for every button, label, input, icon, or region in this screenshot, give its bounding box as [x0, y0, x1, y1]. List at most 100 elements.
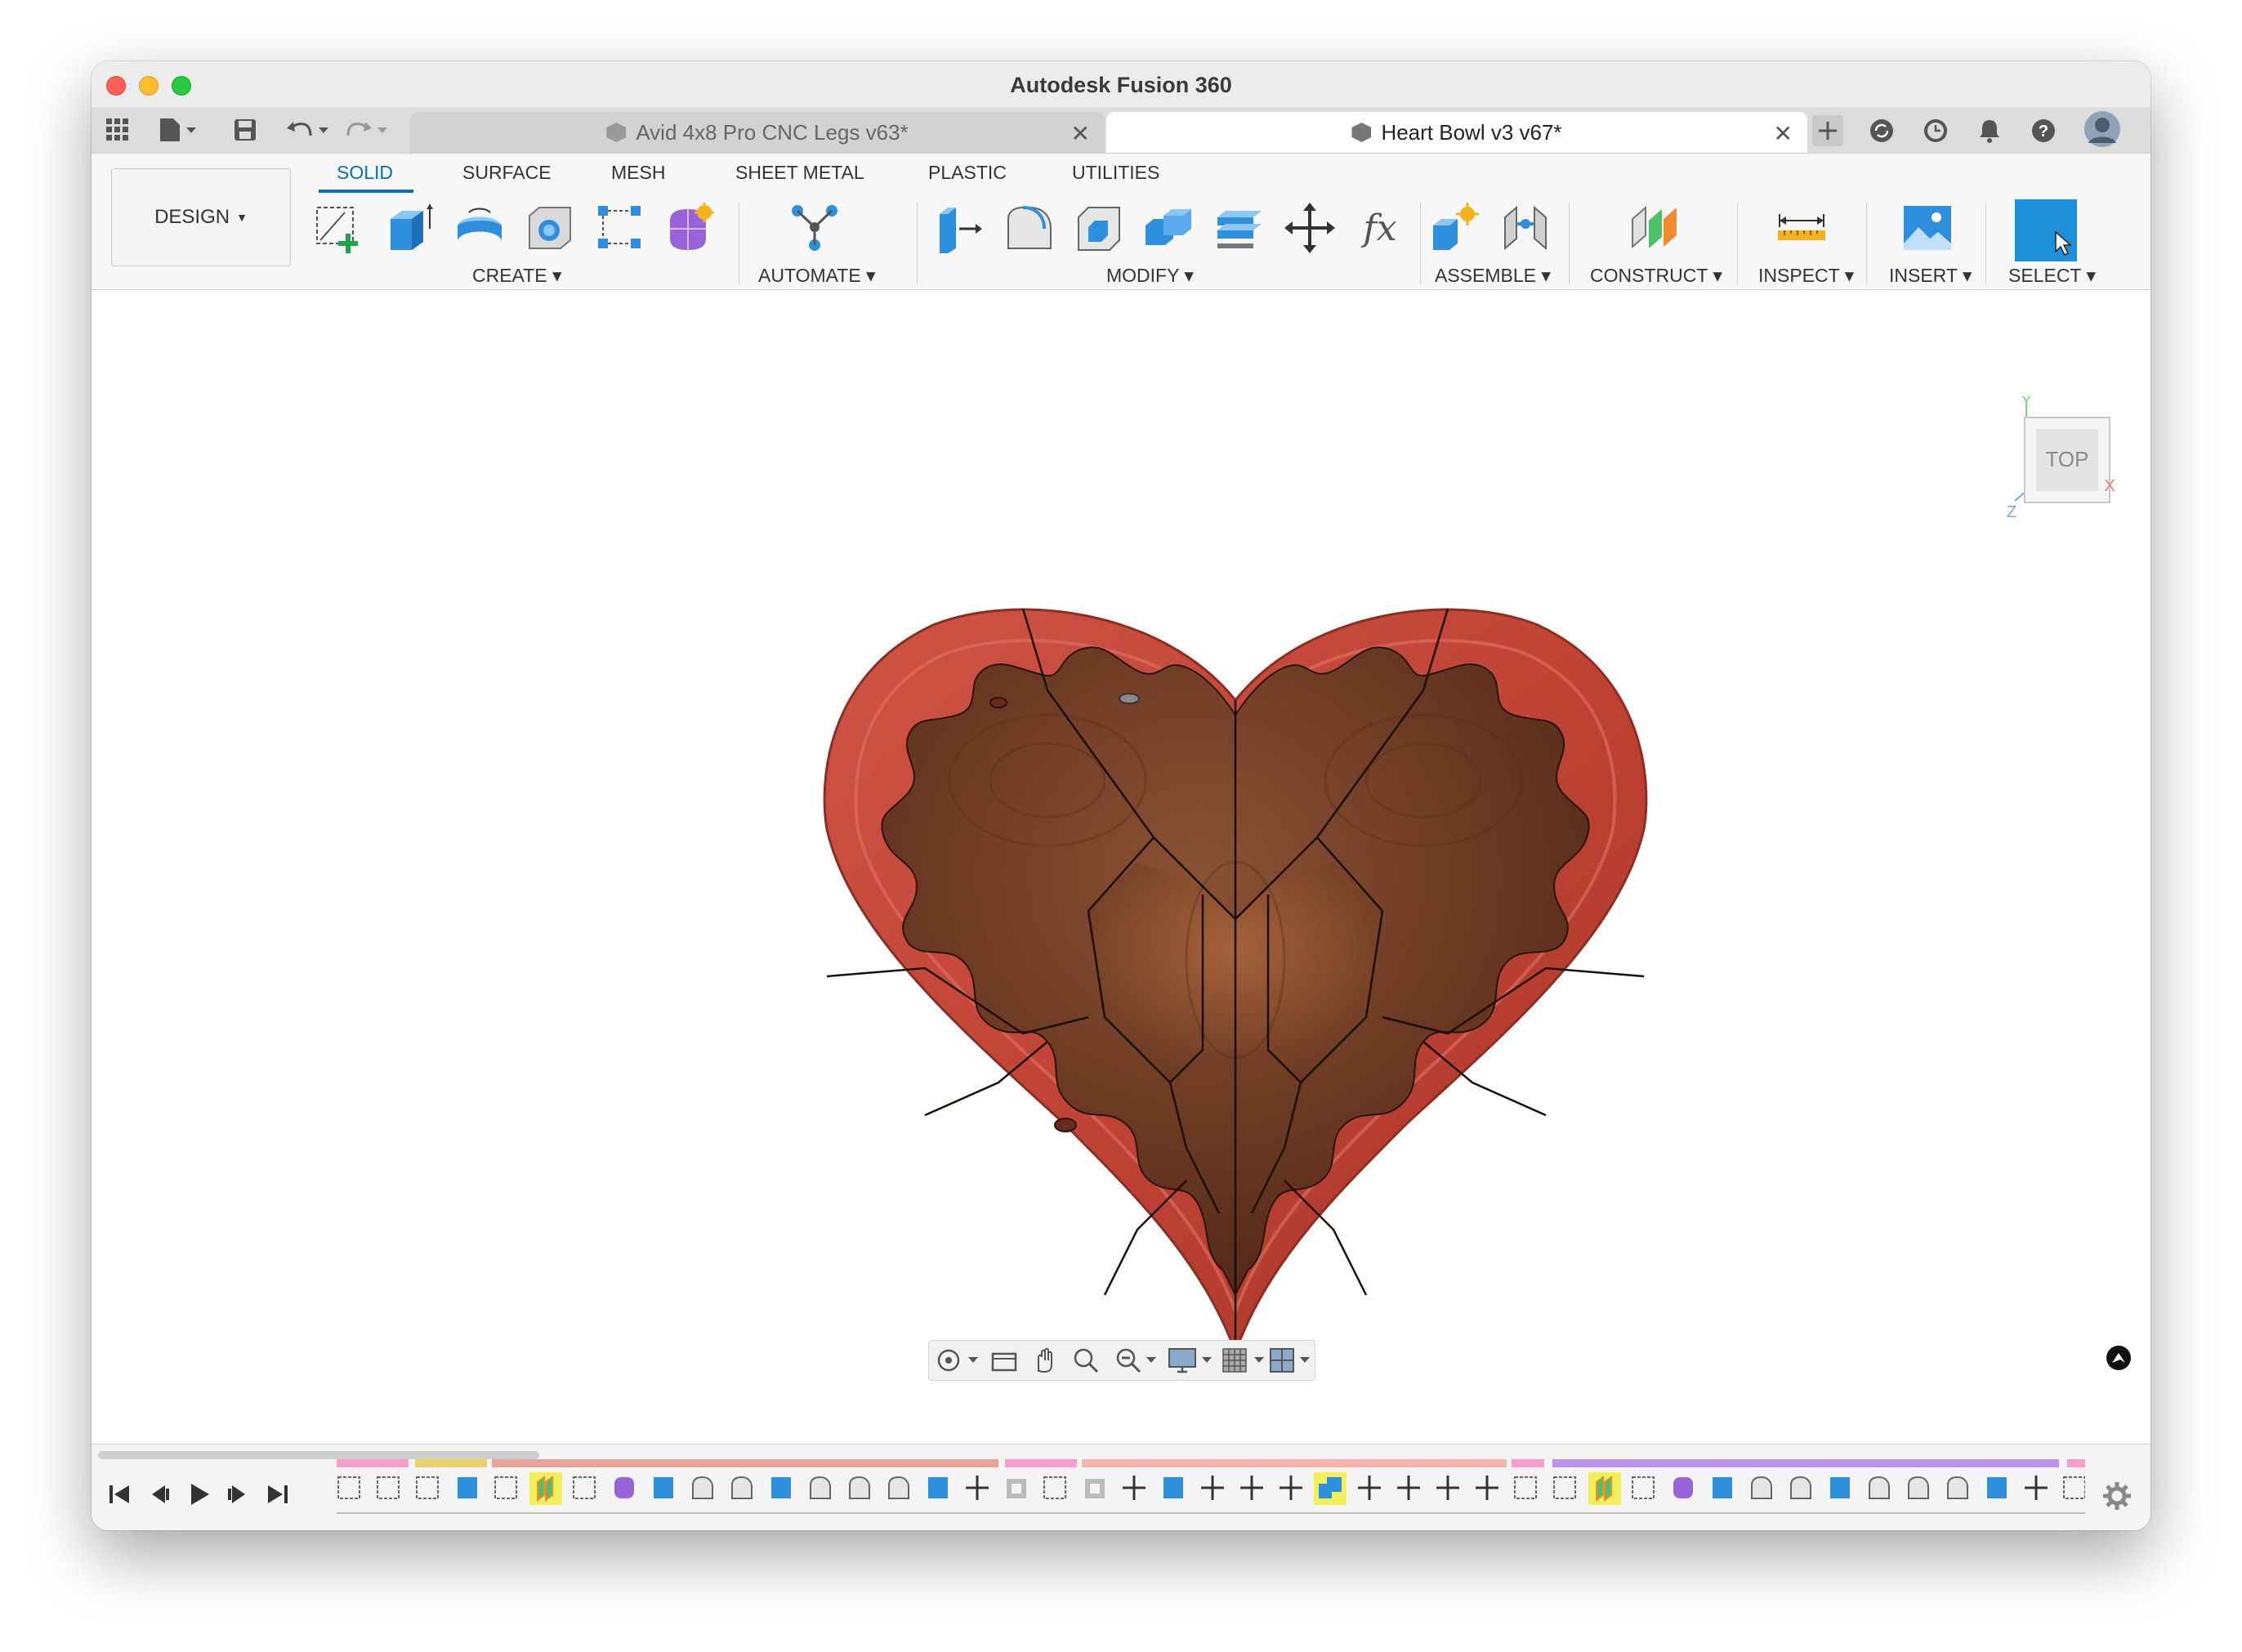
- move-icon[interactable]: [1283, 201, 1337, 255]
- timeline-feature-box-icon[interactable]: [654, 1477, 673, 1498]
- user-avatar[interactable]: [2083, 110, 2121, 148]
- offset-plane-icon[interactable]: [1628, 201, 1682, 255]
- timeline-feature-sketch-icon[interactable]: [1514, 1476, 1537, 1499]
- step-forward-icon[interactable]: [224, 1480, 252, 1508]
- timeline-feature-box-icon[interactable]: [771, 1477, 791, 1498]
- timeline-feature-move-icon[interactable]: [1476, 1476, 1498, 1500]
- timeline-feature-move-icon[interactable]: [966, 1476, 989, 1500]
- select-icon[interactable]: [2015, 199, 2077, 261]
- timeline-settings-icon[interactable]: [2101, 1480, 2133, 1511]
- zoom-window-icon[interactable]: [1071, 1346, 1101, 1375]
- combine-icon[interactable]: [1142, 201, 1196, 255]
- step-back-icon[interactable]: [145, 1480, 173, 1508]
- hole-icon[interactable]: [523, 201, 577, 255]
- joint-icon[interactable]: [1498, 201, 1552, 255]
- timeline-feature-fillet-icon[interactable]: [1751, 1476, 1772, 1499]
- timeline-feature-move-icon[interactable]: [1123, 1476, 1146, 1500]
- fillet-icon[interactable]: [1002, 201, 1056, 255]
- timeline-feature-fillet-icon[interactable]: [1947, 1476, 1968, 1499]
- timeline-features[interactable]: [328, 1459, 2085, 1525]
- create-sketch-icon[interactable]: [312, 201, 366, 255]
- automate-icon[interactable]: [788, 201, 842, 255]
- tab-document-heart-bowl[interactable]: Heart Bowl v3 v67* ✕: [1106, 112, 1807, 153]
- timeline-feature-sketch-icon[interactable]: [494, 1476, 517, 1499]
- save-button[interactable]: [230, 117, 260, 143]
- redo-button[interactable]: [343, 117, 392, 143]
- timeline-feature-shell-icon[interactable]: [1007, 1479, 1026, 1498]
- look-at-icon[interactable]: [989, 1346, 1019, 1375]
- timeline-feature-sketch-icon[interactable]: [1632, 1476, 1655, 1499]
- timeline-feature-box-icon[interactable]: [458, 1477, 477, 1498]
- timeline-feature-plane-icon[interactable]: [1588, 1472, 1621, 1505]
- insert-menu[interactable]: INSERT ▾: [1889, 265, 1972, 287]
- timeline-feature-sketch-icon[interactable]: [1043, 1476, 1066, 1499]
- tab-solid[interactable]: SOLID: [337, 162, 393, 184]
- app-grid-button[interactable]: [103, 117, 132, 143]
- help-button[interactable]: ?: [2028, 115, 2059, 146]
- timeline-feature-box-icon[interactable]: [1163, 1477, 1183, 1498]
- timeline-scrollbar[interactable]: [98, 1451, 539, 1459]
- close-tab-icon[interactable]: ✕: [1071, 120, 1090, 147]
- go-to-start-icon[interactable]: [106, 1480, 134, 1508]
- extrude-icon[interactable]: [382, 201, 436, 255]
- timeline-feature-fillet-icon[interactable]: [888, 1476, 909, 1499]
- tab-mesh[interactable]: MESH: [611, 162, 665, 184]
- create-form-icon[interactable]: [663, 201, 717, 255]
- timeline-feature-sketch-icon[interactable]: [377, 1476, 400, 1499]
- notifications-button[interactable]: [1974, 115, 2005, 146]
- tab-plastic[interactable]: PLASTIC: [928, 162, 1007, 184]
- shell-icon[interactable]: [1072, 201, 1126, 255]
- timeline-feature-icons[interactable]: [337, 1472, 2085, 1505]
- timeline-feature-box-icon[interactable]: [1830, 1477, 1850, 1498]
- timeline-feature-move-icon[interactable]: [1201, 1476, 1224, 1500]
- viewports-icon[interactable]: [1269, 1346, 1315, 1375]
- timeline-feature-sketch-icon[interactable]: [2063, 1476, 2085, 1499]
- timeline-feature-box-icon[interactable]: [1713, 1477, 1732, 1498]
- construct-menu[interactable]: CONSTRUCT ▾: [1590, 265, 1722, 287]
- timeline-feature-box-icon[interactable]: [928, 1477, 948, 1498]
- close-tab-icon[interactable]: ✕: [1774, 120, 1793, 147]
- timeline-feature-shell-icon[interactable]: [1085, 1479, 1105, 1498]
- rectangular-pattern-icon[interactable]: [593, 201, 647, 255]
- timeline-feature-move-icon[interactable]: [1397, 1476, 1420, 1500]
- press-pull-icon[interactable]: [931, 201, 985, 255]
- display-settings-icon[interactable]: [1168, 1346, 1217, 1375]
- timeline-feature-form-icon[interactable]: [614, 1477, 634, 1498]
- zoom-icon[interactable]: [1114, 1346, 1159, 1375]
- go-to-end-icon[interactable]: [263, 1480, 291, 1508]
- parameters-icon[interactable]: fx: [1353, 201, 1407, 255]
- timeline-feature-fillet-icon[interactable]: [849, 1476, 870, 1499]
- inspect-menu[interactable]: INSPECT ▾: [1758, 265, 1854, 287]
- new-component-icon[interactable]: [1428, 201, 1482, 255]
- assemble-menu[interactable]: ASSEMBLE ▾: [1435, 265, 1551, 287]
- timeline-feature-move-icon[interactable]: [1436, 1476, 1459, 1500]
- tab-document-avid[interactable]: Avid 4x8 Pro CNC Legs v63* ✕: [410, 112, 1105, 153]
- viewport-canvas[interactable]: TOP Y X Z: [92, 290, 2150, 1444]
- timeline-feature-move-icon[interactable]: [1358, 1476, 1381, 1500]
- create-menu[interactable]: CREATE ▾: [472, 265, 562, 287]
- timeline-feature-fillet-icon[interactable]: [692, 1476, 713, 1499]
- pan-icon[interactable]: [1030, 1346, 1060, 1375]
- modify-menu[interactable]: MODIFY ▾: [1106, 265, 1194, 287]
- undo-button[interactable]: [284, 117, 333, 143]
- timeline-feature-box-icon[interactable]: [1987, 1477, 2007, 1498]
- file-menu-button[interactable]: [157, 117, 203, 143]
- workspace-switcher[interactable]: DESIGN ▼: [111, 168, 291, 266]
- orbit-icon[interactable]: [936, 1346, 981, 1375]
- timeline-feature-fillet-icon[interactable]: [1869, 1476, 1890, 1499]
- tab-sheet-metal[interactable]: SHEET METAL: [735, 162, 864, 184]
- timeline-feature-fillet-icon[interactable]: [1790, 1476, 1811, 1499]
- play-icon[interactable]: [185, 1480, 212, 1508]
- timeline-feature-fillet-icon[interactable]: [1908, 1476, 1929, 1499]
- timeline-feature-move-icon[interactable]: [2025, 1476, 2048, 1500]
- revolve-icon[interactable]: [453, 201, 507, 255]
- job-status-button[interactable]: [1920, 115, 1951, 146]
- timeline-feature-plane-icon[interactable]: [529, 1472, 562, 1505]
- viewcube[interactable]: TOP Y X Z: [1995, 396, 2126, 527]
- timeline-feature-move-icon[interactable]: [1240, 1476, 1263, 1500]
- timeline-feature-sketch-icon[interactable]: [1553, 1476, 1576, 1499]
- timeline-feature-move-icon[interactable]: [1280, 1476, 1302, 1500]
- timeline-feature-fillet-icon[interactable]: [731, 1476, 753, 1499]
- measure-icon[interactable]: [1775, 201, 1829, 255]
- timeline-feature-sketch-icon[interactable]: [573, 1476, 596, 1499]
